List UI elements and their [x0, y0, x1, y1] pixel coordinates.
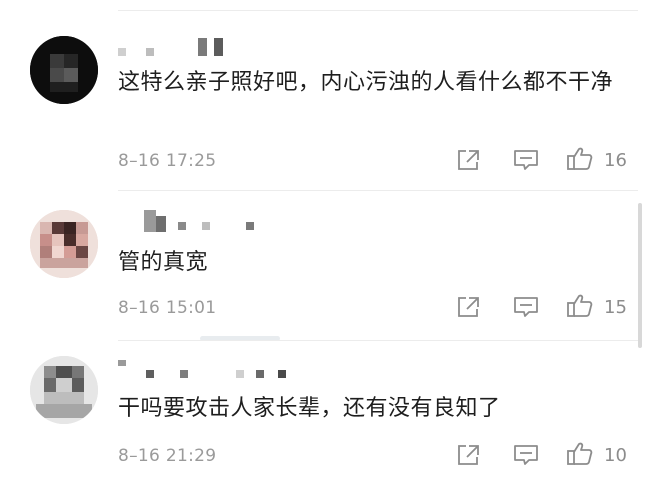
like-count: 16	[604, 150, 627, 171]
pixelated-avatar-icon	[30, 210, 98, 278]
share-icon[interactable]	[456, 295, 484, 319]
comment-time: 8–16 21:29	[118, 446, 217, 466]
like-count: 15	[604, 297, 627, 318]
comment-text: 这特么亲子照好吧，内心污浊的人看什么都不干净	[118, 70, 614, 95]
comment-icon[interactable]	[512, 295, 540, 319]
comment-divider	[118, 340, 638, 341]
thumbs-up-icon[interactable]	[566, 441, 594, 465]
top-divider	[118, 10, 638, 11]
avatar[interactable]	[30, 356, 98, 424]
comment-divider	[118, 190, 638, 191]
thumbs-up-icon[interactable]	[566, 146, 594, 170]
comment-icon[interactable]	[512, 443, 540, 467]
avatar[interactable]	[30, 36, 98, 104]
comment-time: 8–16 15:01	[118, 298, 217, 318]
pixelated-avatar-icon	[30, 356, 98, 424]
pixelated-avatar-icon	[30, 36, 98, 104]
share-icon[interactable]	[456, 148, 484, 172]
thumbs-up-icon[interactable]	[566, 293, 594, 317]
comment-text: 干吗要攻击人家长辈，还有没有良知了	[118, 396, 501, 421]
comment-icon[interactable]	[512, 148, 540, 172]
share-icon[interactable]	[456, 443, 484, 467]
comment-time: 8–16 17:25	[118, 151, 217, 171]
comment-text: 管的真宽	[118, 250, 209, 275]
avatar[interactable]	[30, 210, 98, 278]
scrollbar[interactable]	[638, 203, 642, 348]
like-count: 10	[604, 445, 627, 466]
